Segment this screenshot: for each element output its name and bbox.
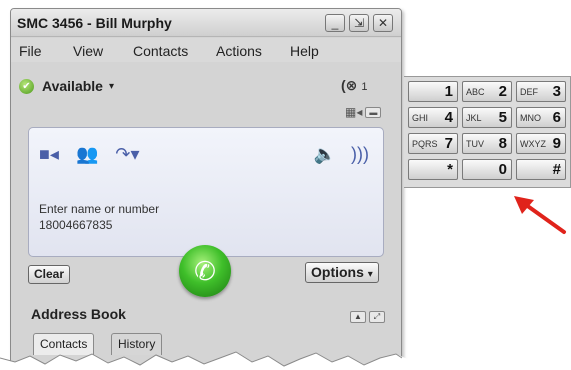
tab-history[interactable]: History	[111, 333, 163, 355]
keypad-key-letters: MNO	[520, 113, 541, 123]
menu-file[interactable]: File	[19, 43, 42, 59]
keypad-key[interactable]: MNO 6	[516, 107, 566, 128]
call-button[interactable]: ✆	[179, 245, 231, 297]
video-camera-icon[interactable]: ■◂	[39, 144, 59, 164]
keypad-key[interactable]: ABC 2	[462, 81, 512, 102]
keypad-key-digit: 9	[552, 135, 561, 152]
phone-handset-icon: ✆	[194, 256, 216, 286]
missed-call-count: 1	[361, 81, 368, 93]
dial-keypad: 1 ABC 2 DEF 3 GHI 4 JKL 5 MNO 6 PQRS 7 TUV 8 WXYZ 9 * 0 #	[404, 76, 571, 188]
keypad-key-digit: 5	[498, 109, 507, 126]
keypad-key-letters: DEF	[520, 87, 538, 97]
menu-help[interactable]: Help	[290, 43, 319, 59]
transfer-icon[interactable]: ↷▾	[115, 144, 139, 164]
keypad-key-letters: JKL	[466, 113, 482, 123]
title-bar[interactable]: SMC 3456 - Bill Murphy _ ⇲ ✕	[11, 9, 401, 37]
address-book-header: Address Book ▲ ⤢	[23, 303, 391, 325]
keypad-key-digit: 4	[444, 109, 453, 126]
keypad-key-digit: 8	[498, 135, 507, 152]
keypad-key-digit: 3	[552, 83, 561, 100]
keypad-key-digit: 6	[552, 109, 561, 126]
close-button[interactable]: ✕	[373, 14, 393, 32]
keypad-key[interactable]: GHI 4	[408, 107, 458, 128]
keypad-key[interactable]: PQRS 7	[408, 133, 458, 154]
window-title: SMC 3456 - Bill Murphy	[17, 15, 172, 31]
chevron-down-icon: ▾	[108, 80, 114, 92]
menu-view[interactable]: View	[73, 43, 103, 59]
keypad-key-digit: 1	[444, 83, 453, 100]
keypad-key[interactable]: WXYZ 9	[516, 133, 566, 154]
keypad-key-digit: *	[447, 161, 453, 178]
keypad-key-digit: 2	[498, 83, 507, 100]
keypad-key-letters: GHI	[412, 113, 429, 123]
annotation-arrow	[514, 196, 566, 234]
keypad-key[interactable]: #	[516, 159, 566, 180]
keypad-key-letters: WXYZ	[520, 139, 546, 149]
dial-entry-label: Enter name or number	[39, 202, 160, 216]
keypad-toggle-icon[interactable]: ▦◂	[345, 105, 362, 119]
dial-entry-field[interactable]: 18004667835	[39, 218, 112, 232]
menu-bar: File View Contacts Actions Help	[11, 38, 401, 62]
audio-controls: 🔈 )))	[304, 144, 369, 165]
menu-contacts[interactable]: Contacts	[133, 43, 188, 59]
keypad-key-letters: ABC	[466, 87, 485, 97]
menu-actions[interactable]: Actions	[216, 43, 262, 59]
keypad-key[interactable]: 1	[408, 81, 458, 102]
clear-button[interactable]: Clear	[28, 265, 71, 284]
status-selector[interactable]: ✔ Available ▾	[19, 78, 114, 94]
call-panel-toolbar: ■◂ 👥 ↷▾	[39, 144, 152, 165]
keypad-key-digit: #	[552, 161, 561, 178]
minimize-button[interactable]: _	[325, 14, 345, 32]
speaker-icon[interactable]: 🔈	[314, 144, 336, 164]
options-button[interactable]: Options ▾	[305, 262, 379, 283]
chevron-down-icon: ▾	[367, 269, 373, 280]
tab-contacts[interactable]: Contacts	[33, 333, 95, 355]
address-book-controls: ▲ ⤢	[347, 306, 385, 324]
keypad-key-digit: 0	[498, 161, 507, 178]
options-label: Options	[311, 264, 364, 280]
collapse-icon[interactable]: ▲	[350, 311, 366, 323]
keypad-key[interactable]: TUV 8	[462, 133, 512, 154]
conference-icon[interactable]: 👥	[76, 144, 98, 164]
expand-icon[interactable]: ⤢	[369, 311, 385, 323]
collapse-panel-icon[interactable]: ▬	[365, 107, 382, 119]
keypad-key[interactable]: 0	[462, 159, 512, 180]
address-book-title: Address Book	[31, 306, 126, 322]
keypad-key-digit: 7	[444, 135, 453, 152]
available-check-icon: ✔	[19, 78, 34, 94]
softphone-window: SMC 3456 - Bill Murphy _ ⇲ ✕ File View C…	[10, 8, 402, 370]
missed-call-icon: (⊗	[341, 77, 358, 93]
panel-toggle-icons: ▦◂ ▬	[345, 105, 382, 119]
keypad-key[interactable]: JKL 5	[462, 107, 512, 128]
restore-button[interactable]: ⇲	[349, 14, 369, 32]
call-panel: ■◂ 👥 ↷▾ 🔈 ))) Enter name or number 18004…	[28, 127, 384, 257]
volume-icon[interactable]: )))	[351, 144, 369, 164]
keypad-key-letters: TUV	[466, 139, 484, 149]
keypad-key[interactable]: *	[408, 159, 458, 180]
keypad-key[interactable]: DEF 3	[516, 81, 566, 102]
status-label: Available	[42, 78, 103, 94]
missed-calls-indicator[interactable]: (⊗ 1	[341, 77, 368, 94]
keypad-key-letters: PQRS	[412, 139, 438, 149]
